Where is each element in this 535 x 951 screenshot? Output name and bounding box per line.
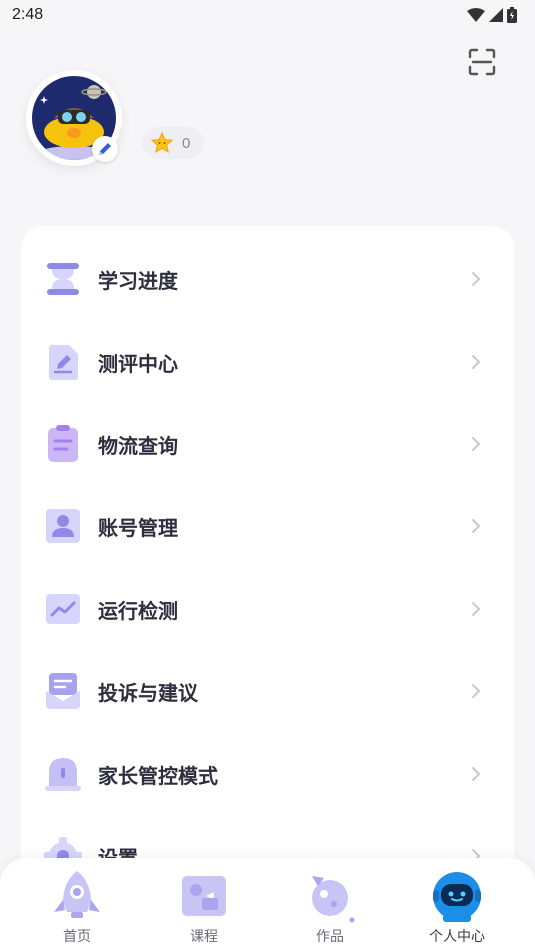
pencil-icon: [99, 143, 111, 155]
scan-button[interactable]: [467, 47, 497, 77]
test-document-icon: [49, 345, 78, 380]
parental-control-icon: [45, 758, 81, 791]
bottom-nav: 首页 课程 作品 个人中心: [0, 858, 535, 951]
avatar[interactable]: [26, 70, 122, 166]
course-icon: [182, 876, 226, 916]
chart-line-icon: [46, 594, 80, 624]
feedback-icon: [46, 673, 80, 709]
chevron-right-icon: [472, 272, 481, 286]
battery-icon: [507, 7, 517, 23]
menu-label: 运行检测: [98, 598, 178, 623]
nav-label: 作品: [316, 929, 344, 945]
wifi-icon: [467, 8, 485, 22]
menu-item-feedback[interactable]: 投诉与建议: [21, 650, 514, 732]
menu-card: 学习进度 测评中心 物流查询 账号管理 运行检测 投诉与建议 家长管控模式: [21, 226, 514, 926]
status-icons: [467, 7, 517, 23]
scan-icon: [468, 48, 496, 76]
robot-icon: [433, 872, 481, 922]
hourglass-icon: [47, 263, 79, 295]
nav-home[interactable]: 首页: [22, 858, 132, 951]
menu-label: 账号管理: [98, 515, 178, 540]
menu-item-logistics[interactable]: 物流查询: [21, 403, 514, 485]
menu-label: 投诉与建议: [98, 680, 198, 705]
menu-label: 家长管控模式: [98, 763, 218, 788]
clipboard-icon: [48, 425, 78, 462]
nav-profile[interactable]: 个人中心: [402, 858, 512, 951]
menu-label: 学习进度: [98, 268, 178, 293]
chevron-right-icon: [472, 519, 481, 533]
star-icon: [150, 131, 174, 154]
chevron-right-icon: [472, 437, 481, 451]
star-count: 0: [182, 134, 191, 152]
status-time: 2:48: [12, 6, 44, 23]
nav-label: 个人中心: [429, 929, 485, 945]
nav-label: 课程: [190, 929, 218, 945]
status-bar: 2:48: [0, 0, 535, 30]
signal-icon: [489, 8, 503, 22]
edit-avatar-button[interactable]: [92, 136, 118, 162]
menu-item-learning-progress[interactable]: 学习进度: [21, 238, 514, 320]
chevron-right-icon: [472, 684, 481, 698]
menu-label: 物流查询: [98, 433, 178, 458]
star-points: 0: [142, 127, 205, 159]
menu-label: 测评中心: [98, 351, 178, 376]
rocket-icon: [54, 871, 100, 918]
account-icon: [46, 509, 80, 543]
chevron-right-icon: [472, 355, 481, 369]
nav-course[interactable]: 课程: [149, 858, 259, 951]
menu-item-test-center[interactable]: 测评中心: [21, 321, 514, 403]
menu-item-parental-control[interactable]: 家长管控模式: [21, 733, 514, 815]
menu-item-run-check[interactable]: 运行检测: [21, 568, 514, 650]
nav-label: 首页: [63, 929, 91, 945]
menu-item-account[interactable]: 账号管理: [21, 485, 514, 567]
chevron-right-icon: [472, 767, 481, 781]
chevron-right-icon: [472, 602, 481, 616]
planet-icon: [312, 876, 355, 923]
nav-works[interactable]: 作品: [275, 858, 385, 951]
